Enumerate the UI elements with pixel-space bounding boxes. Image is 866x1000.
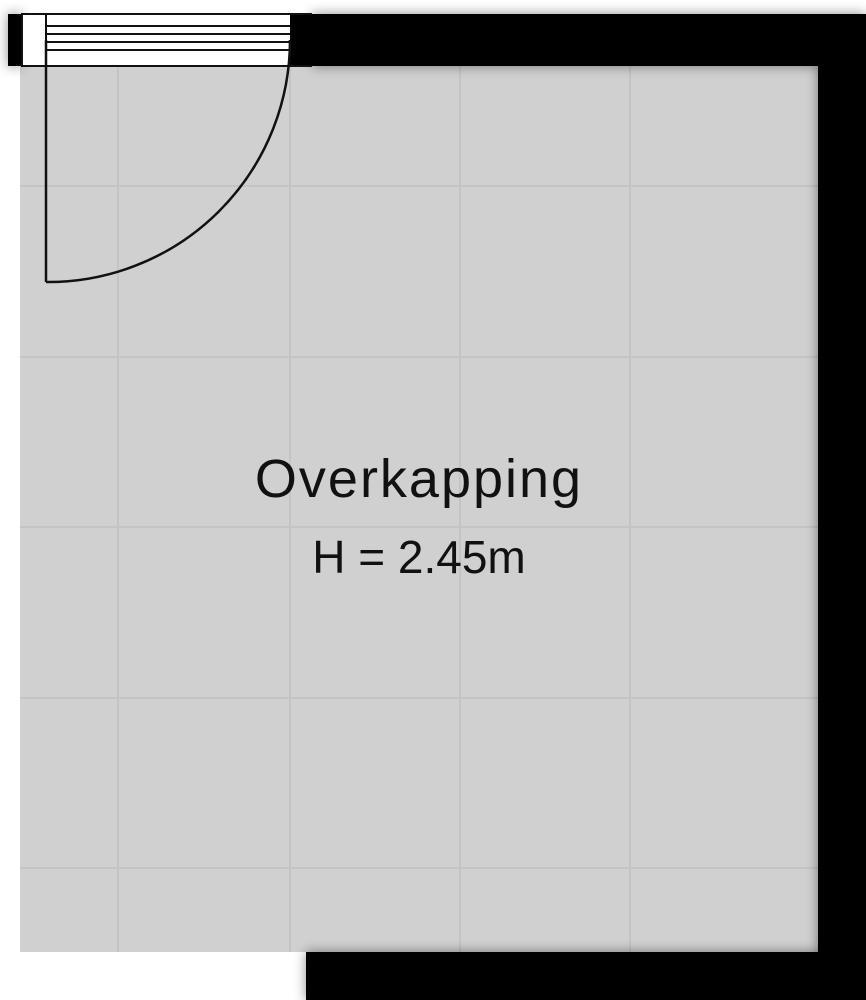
wall-top-left-stub [8,14,22,66]
wall-bottom [306,952,866,1000]
door-frame [21,13,312,67]
floorplan-canvas: Overkapping H = 2.45m [0,0,866,1000]
room-name-label: Overkapping [254,449,584,509]
wall-top [312,14,866,66]
room-height-label: H = 2.45m [312,531,526,583]
